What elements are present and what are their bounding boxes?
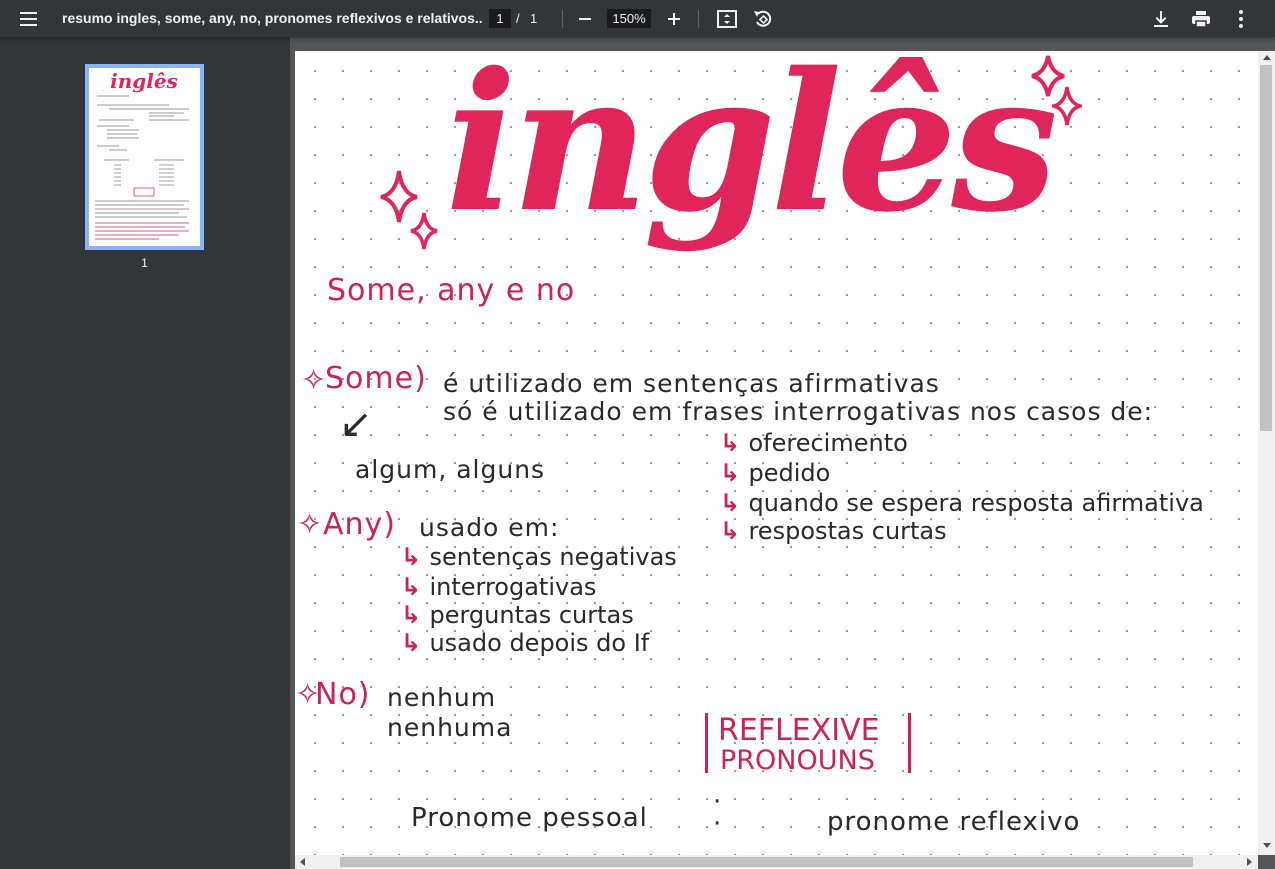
more-icon[interactable]: [1229, 7, 1253, 31]
pdf-toolbar: resumo ingles, some, any, no, pronomes r…: [0, 0, 1275, 37]
some-case-item: ↳ oferecimento: [720, 429, 908, 457]
arrow-icon: ↳: [720, 459, 749, 487]
svg-text:inglês: inglês: [110, 69, 178, 93]
zoom-out-icon[interactable]: [573, 7, 597, 31]
vertical-scroll-thumb[interactable]: [1260, 65, 1272, 431]
vertical-scrollbar[interactable]: [1258, 51, 1275, 855]
arrow-icon: ↳: [720, 429, 749, 457]
toolbar-divider: [698, 10, 699, 28]
any-description: usado em:: [419, 513, 560, 542]
page-thumbnail[interactable]: inglês: [85, 64, 204, 250]
box-title: PRONOUNS: [720, 745, 875, 776]
some-case-item: ↳ respostas curtas: [720, 517, 947, 545]
page-separator: /: [516, 11, 520, 26]
curved-arrow-icon: ↙: [339, 401, 373, 447]
some-label: Some): [325, 361, 427, 396]
some-question-usage: só é utilizado em frases interrogativas …: [443, 397, 1154, 426]
scroll-up-icon[interactable]: [1263, 55, 1271, 60]
document-title: resumo ingles, some, any, no, pronomes r…: [62, 10, 482, 26]
print-icon[interactable]: [1189, 7, 1213, 31]
any-case-item: ↳ perguntas curtas: [401, 601, 634, 629]
any-case-item: ↳ sentenças negativas: [401, 543, 677, 571]
any-label: Any): [323, 507, 396, 542]
sparkle-icon: [410, 212, 438, 250]
menu-icon[interactable]: [12, 8, 46, 30]
arrow-icon: ↳: [401, 601, 430, 629]
zoom-in-icon[interactable]: [662, 7, 686, 31]
any-case-item: ↳ interrogativas: [401, 573, 597, 601]
box-title: REFLEXIVE: [718, 713, 880, 748]
arrow-icon: ↳: [401, 543, 430, 571]
section-heading: Some, any e no: [327, 273, 576, 308]
pdf-viewport[interactable]: inglês Some, any e no ✧ Some) é utilizad…: [295, 51, 1258, 855]
scroll-right-icon[interactable]: [1247, 858, 1252, 866]
star-bullet-icon: ✧: [301, 363, 327, 398]
no-meaning: nenhuma: [387, 713, 513, 742]
download-icon[interactable]: [1149, 7, 1173, 31]
column-header-right: pronome reflexivo: [827, 807, 1081, 837]
page-number-input[interactable]: 1: [489, 9, 511, 28]
scroll-left-icon[interactable]: [300, 858, 305, 866]
no-meaning: nenhum: [387, 683, 497, 712]
zoom-level[interactable]: 150%: [607, 9, 651, 28]
arrow-icon: ↳: [401, 629, 430, 657]
thumbnail-sidebar: inglês 1: [0, 37, 290, 869]
arrow-icon: ↳: [401, 573, 430, 601]
toolbar-divider: [562, 10, 563, 28]
some-case-item: ↳ pedido: [720, 459, 831, 487]
no-label: No): [315, 677, 371, 712]
fit-page-icon[interactable]: [715, 7, 739, 31]
sparkle-icon: [1052, 86, 1082, 126]
any-case-item: ↳ usado depois do If: [401, 629, 650, 657]
table-divider: · ·: [713, 787, 722, 839]
some-description: é utilizado em sentenças afirmativas: [443, 369, 940, 398]
thumbnail-preview: inglês: [89, 68, 200, 246]
some-meaning: algum, alguns: [355, 455, 546, 484]
page-total: 1: [530, 11, 538, 26]
thumbnail-page-number: 1: [141, 256, 148, 270]
page-heading: inglês: [445, 51, 1058, 254]
scroll-down-icon[interactable]: [1263, 843, 1271, 848]
some-case-item: ↳ quando se espera resposta afirmativa: [720, 489, 1204, 517]
reflexive-pronouns-box: REFLEXIVE PRONOUNS: [705, 713, 911, 776]
rotate-icon[interactable]: [751, 7, 775, 31]
horizontal-scroll-thumb[interactable]: [340, 857, 1193, 867]
star-bullet-icon: ✧: [297, 507, 323, 542]
pdf-page: inglês Some, any e no ✧ Some) é utilizad…: [295, 51, 1258, 855]
arrow-icon: ↳: [720, 517, 749, 545]
horizontal-scrollbar[interactable]: [295, 855, 1258, 869]
arrow-icon: ↳: [720, 489, 749, 517]
column-header-left: Pronome pessoal: [411, 803, 648, 833]
